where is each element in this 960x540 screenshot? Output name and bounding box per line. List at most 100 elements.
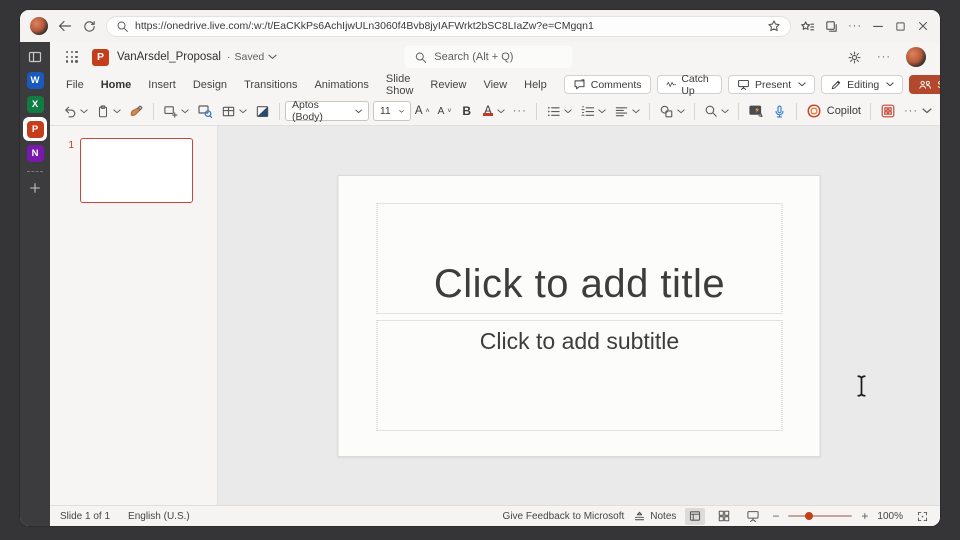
paste-button[interactable] <box>92 99 125 123</box>
app-launcher-icon[interactable] <box>66 51 78 63</box>
reuse-slides-button[interactable] <box>193 99 217 123</box>
word-icon[interactable]: W <box>26 72 44 89</box>
address-bar[interactable]: https://onedrive.live.com/:w:/t/EaCKkPs6… <box>106 15 791 37</box>
url-text[interactable]: https://onedrive.live.com/:w:/t/EaCKkPs6… <box>135 20 761 32</box>
add-app-icon[interactable] <box>28 181 42 195</box>
slide-editor-area[interactable]: Click to add title Click to add subtitle <box>218 126 940 505</box>
onenote-icon[interactable]: N <box>26 145 44 162</box>
slide-canvas[interactable]: Click to add title Click to add subtitle <box>337 175 821 457</box>
layout-button[interactable] <box>251 99 274 123</box>
slide-counter[interactable]: Slide 1 of 1 <box>60 511 110 522</box>
more-font-options-button[interactable]: ··· <box>509 99 531 123</box>
more-commands-button[interactable]: ··· <box>900 99 922 123</box>
chevron-down-icon[interactable] <box>564 109 572 114</box>
zoom-out-button[interactable]: − <box>772 509 779 523</box>
new-slide-button[interactable] <box>159 99 193 123</box>
design-ideas-button[interactable] <box>744 99 768 123</box>
designer-button[interactable] <box>876 99 900 123</box>
format-painter-button[interactable] <box>125 99 148 123</box>
document-title[interactable]: VanArsdel_Proposal <box>117 51 221 63</box>
favorites-icon[interactable] <box>800 19 815 34</box>
chevron-down-icon[interactable] <box>399 109 404 114</box>
minimize-button[interactable] <box>871 19 885 33</box>
chevron-down-icon[interactable] <box>355 109 362 114</box>
chevron-down-icon[interactable] <box>497 109 505 114</box>
tab-animations[interactable]: Animations <box>314 79 368 91</box>
language-status[interactable]: English (U.S.) <box>128 511 190 522</box>
chevron-down-icon[interactable] <box>239 109 247 114</box>
slide-sorter-view-button[interactable] <box>714 508 734 525</box>
chevron-down-icon[interactable] <box>798 82 806 87</box>
chevron-down-icon[interactable] <box>632 109 640 114</box>
font-name-select[interactable]: Aptos (Body) <box>285 99 369 123</box>
collections-icon[interactable] <box>824 19 839 34</box>
chevron-down-icon[interactable] <box>721 109 729 114</box>
tab-design[interactable]: Design <box>193 79 227 91</box>
chevron-down-icon[interactable] <box>598 109 606 114</box>
numbering-icon <box>580 104 595 119</box>
numbering-button[interactable] <box>576 99 610 123</box>
dictate-button[interactable] <box>768 99 791 123</box>
browser-profile-avatar[interactable] <box>30 17 48 35</box>
chevron-down-icon[interactable] <box>886 82 894 87</box>
copilot-button[interactable]: Copilot <box>802 99 865 123</box>
chevron-down-icon[interactable] <box>677 109 685 114</box>
titlebar-more-icon[interactable]: ··· <box>877 51 891 63</box>
tab-view[interactable]: View <box>483 79 507 91</box>
font-color-button[interactable]: A <box>478 99 509 123</box>
sidebar-pane-icon[interactable] <box>27 49 43 65</box>
zoom-slider-knob[interactable] <box>805 512 814 520</box>
powerpoint-logo[interactable]: P <box>92 48 109 66</box>
slide-thumbnail-1[interactable] <box>80 138 193 203</box>
font-size-select[interactable]: 11 <box>372 101 411 121</box>
settings-gear-icon[interactable] <box>847 50 862 65</box>
shapes-button[interactable] <box>655 99 689 123</box>
slideshow-view-button[interactable] <box>743 508 763 525</box>
chevron-down-icon[interactable] <box>113 109 121 114</box>
browser-more-icon[interactable]: ··· <box>848 20 862 32</box>
notes-button[interactable]: Notes <box>633 510 676 523</box>
table-button[interactable] <box>217 99 251 123</box>
increase-font-size-button[interactable]: A ˄ <box>411 99 434 123</box>
chevron-down-icon[interactable] <box>80 109 88 114</box>
tab-help[interactable]: Help <box>524 79 547 91</box>
account-avatar[interactable] <box>906 47 926 67</box>
editing-mode-button[interactable]: Editing <box>821 75 904 94</box>
save-status-chevron-icon[interactable] <box>268 54 277 60</box>
feedback-link[interactable]: Give Feedback to Microsoft <box>503 511 625 522</box>
close-button[interactable] <box>916 19 930 33</box>
tab-transitions[interactable]: Transitions <box>244 79 297 91</box>
find-button[interactable] <box>700 99 733 123</box>
tab-review[interactable]: Review <box>430 79 466 91</box>
decrease-font-size-button[interactable]: A ˅ <box>434 99 456 123</box>
save-status[interactable]: Saved <box>235 51 265 63</box>
chevron-down-icon[interactable] <box>181 109 189 114</box>
undo-button[interactable] <box>58 99 92 123</box>
title-placeholder[interactable]: Click to add title <box>376 203 783 314</box>
tab-file[interactable]: File <box>66 79 84 91</box>
bullets-button[interactable] <box>542 99 576 123</box>
catch-up-button[interactable]: Catch Up <box>656 73 722 97</box>
add-favorite-icon[interactable] <box>767 19 781 33</box>
excel-icon[interactable]: X <box>26 96 44 113</box>
tab-insert[interactable]: Insert <box>148 79 176 91</box>
align-button[interactable] <box>610 99 644 123</box>
fit-slide-button[interactable] <box>912 508 932 525</box>
normal-view-button[interactable] <box>685 507 706 525</box>
browser-refresh-button[interactable] <box>82 19 97 34</box>
tab-slide-show[interactable]: Slide Show <box>386 73 414 97</box>
present-button[interactable]: Present <box>727 75 816 94</box>
zoom-in-button[interactable]: + <box>861 509 868 523</box>
browser-back-button[interactable] <box>57 18 73 34</box>
zoom-slider[interactable] <box>788 512 853 520</box>
comments-button[interactable]: Comments <box>563 75 651 94</box>
subtitle-placeholder[interactable]: Click to add subtitle <box>376 320 783 431</box>
powerpoint-icon[interactable]: P <box>26 120 44 138</box>
collapse-ribbon-icon[interactable] <box>922 108 932 114</box>
search-input[interactable]: Search (Alt + Q) <box>404 46 573 68</box>
maximize-button[interactable] <box>894 20 907 33</box>
share-button[interactable]: Share <box>909 75 940 94</box>
zoom-level[interactable]: 100% <box>877 511 903 522</box>
bold-button[interactable]: B <box>455 99 478 123</box>
tab-home[interactable]: Home <box>101 79 132 91</box>
